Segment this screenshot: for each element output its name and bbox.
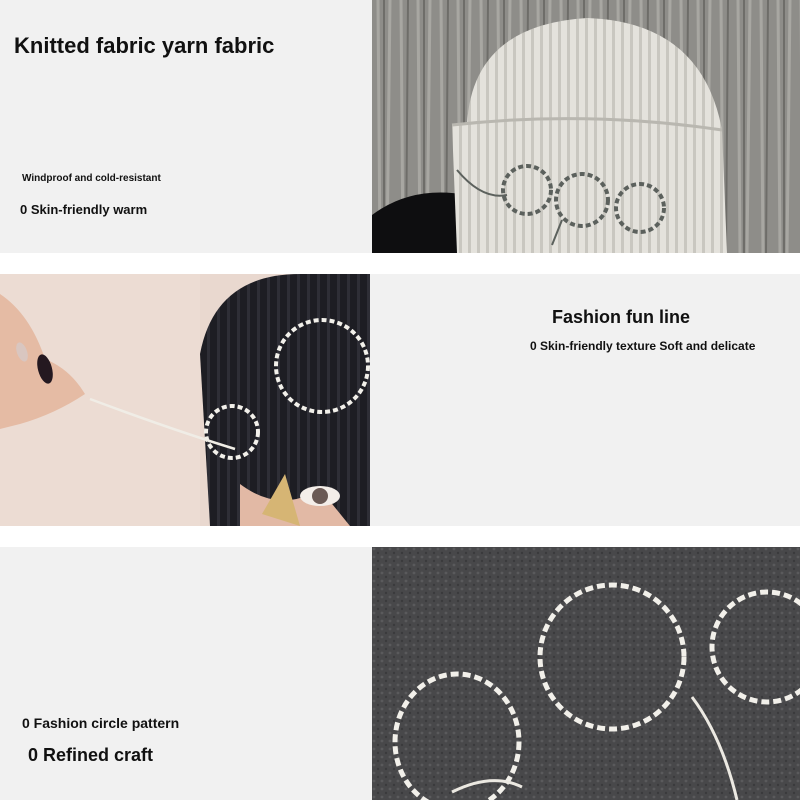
black-beanie-photo [0,274,370,526]
section-2-title: Fashion fun line [552,307,690,327]
section-2-text-panel: Fashion fun line 0 Skin-friendly texture… [370,274,800,526]
section-3-text-panel: 0 Fashion circle pattern 0 Refined craft [0,547,372,800]
section-1-text-panel: Knitted fabric yarn fabric Windproof and… [0,0,372,253]
windproof-feature-text: Windproof and cold-resistant [22,173,161,184]
refined-craft-feature-text: 0 Refined craft [28,745,154,765]
soft-delicate-feature-text: 0 Skin-friendly texture Soft and delicat… [530,339,756,353]
grey-beanie-photo [372,547,800,800]
circle-pattern-feature-text: 0 Fashion circle pattern [22,715,180,731]
skin-friendly-warm-text: 0 Skin-friendly warm [20,202,148,217]
white-beanie-photo [372,0,800,253]
section-1-title: Knitted fabric yarn fabric [14,33,275,58]
